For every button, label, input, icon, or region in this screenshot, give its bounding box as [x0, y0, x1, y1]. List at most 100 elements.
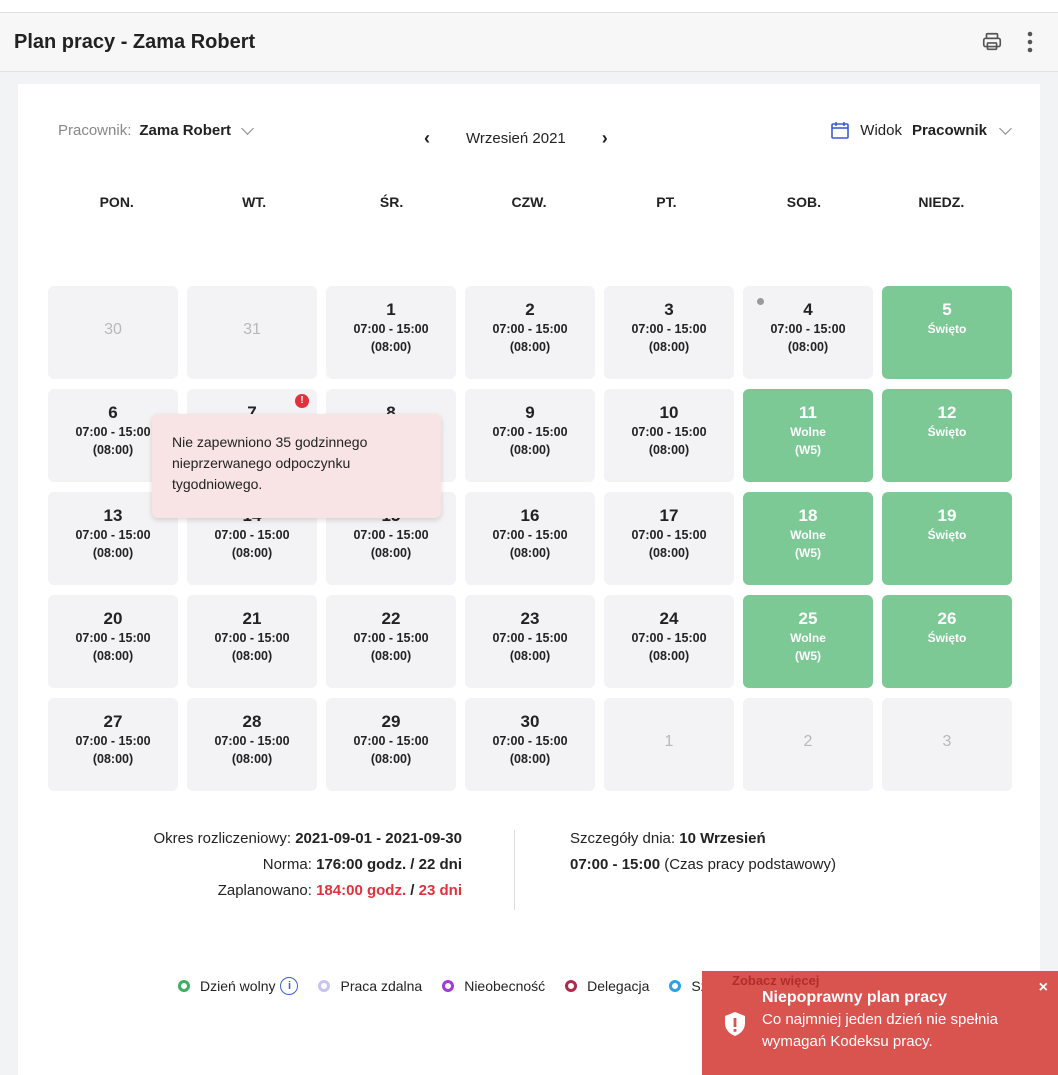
- day-detail: (08:00): [787, 340, 829, 354]
- summary-divider: [514, 830, 515, 910]
- toast-title: Niepoprawny plan pracy: [762, 989, 947, 1006]
- planned-label: Zaplanowano:: [217, 882, 312, 899]
- weekday-label: ŚR.: [379, 194, 404, 210]
- details-day: 10 Wrzesień: [679, 830, 766, 847]
- day-number: 31: [243, 321, 261, 338]
- legend-marker-icon: [565, 980, 578, 992]
- period-label: Okres rozliczeniowy:: [153, 830, 292, 847]
- day-detail: 07:00 - 15:00: [353, 322, 429, 336]
- error-badge-icon[interactable]: !: [295, 394, 309, 408]
- info-icon[interactable]: i: [280, 977, 299, 995]
- day-number: 24: [659, 609, 679, 628]
- day-cell[interactable]: 9 07:00 - 15:00 (08:00): [465, 389, 595, 482]
- day-cell[interactable]: 2 07:00 - 15:00 (08:00): [465, 286, 595, 379]
- day-detail: (08:00): [648, 340, 690, 354]
- day-cell[interactable]: 20 07:00 - 15:00 (08:00): [48, 595, 178, 688]
- legend-marker-icon: [442, 980, 455, 992]
- day-number: 19: [937, 506, 957, 525]
- planned-hours: 184:00 godz.: [316, 882, 407, 899]
- day-number: 27: [103, 712, 123, 731]
- day-detail: 07:00 - 15:00: [214, 528, 290, 542]
- prev-month-button[interactable]: ‹: [418, 128, 436, 149]
- day-number: 23: [520, 609, 540, 628]
- status-dot: [757, 298, 764, 305]
- next-month-button[interactable]: ›: [596, 128, 614, 149]
- day-number: 20: [103, 609, 123, 628]
- see-more-link[interactable]: Zobacz więcej: [732, 973, 819, 988]
- day-cell[interactable]: 22 07:00 - 15:00 (08:00): [326, 595, 456, 688]
- day-cell[interactable]: 10 07:00 - 15:00 (08:00): [604, 389, 734, 482]
- day-cell[interactable]: 30 07:00 - 15:00 (08:00): [465, 698, 595, 791]
- view-label: Widok: [860, 121, 902, 139]
- day-cell[interactable]: 19 Święto: [882, 492, 1012, 585]
- day-cell[interactable]: 5 Święto: [882, 286, 1012, 379]
- day-detail: Wolne: [790, 425, 826, 439]
- day-detail: (08:00): [509, 649, 551, 663]
- day-number: 22: [381, 609, 401, 628]
- day-detail: (W5): [795, 649, 821, 663]
- details-label: Szczegóły dnia:: [570, 830, 676, 847]
- period-value: 2021-09-01 - 2021-09-30: [295, 830, 462, 847]
- day-detail: (W5): [795, 443, 821, 457]
- print-button[interactable]: [978, 28, 1006, 56]
- day-cell[interactable]: 31: [187, 286, 317, 379]
- day-cell[interactable]: 30: [48, 286, 178, 379]
- day-number: 16: [520, 506, 540, 525]
- day-cell[interactable]: 3 07:00 - 15:00 (08:00): [604, 286, 734, 379]
- day-detail: Święto: [927, 425, 967, 439]
- toast-close-button[interactable]: ×: [1039, 979, 1048, 997]
- day-number: 17: [659, 506, 679, 525]
- day-cell[interactable]: 12 Święto: [882, 389, 1012, 482]
- day-number: 30: [104, 321, 122, 338]
- day-cell[interactable]: 1: [604, 698, 734, 791]
- summary-section: Okres rozliczeniowy: 2021-09-01 - 2021-0…: [18, 826, 1040, 916]
- day-cell[interactable]: 4 07:00 - 15:00 (08:00): [743, 286, 873, 379]
- details-type: (Czas pracy podstawowy): [664, 856, 836, 873]
- day-cell[interactable]: 11 Wolne (W5): [743, 389, 873, 482]
- day-cell[interactable]: 27 07:00 - 15:00 (08:00): [48, 698, 178, 791]
- day-cell[interactable]: 17 07:00 - 15:00 (08:00): [604, 492, 734, 585]
- day-detail: Święto: [927, 322, 967, 336]
- day-cell[interactable]: 26 Święto: [882, 595, 1012, 688]
- employee-select[interactable]: Pracownik: Zama Robert: [58, 122, 254, 139]
- view-select[interactable]: Widok Pracownik: [830, 120, 1012, 140]
- day-detail: (W5): [795, 546, 821, 560]
- day-cell[interactable]: 21 07:00 - 15:00 (08:00): [187, 595, 317, 688]
- day-detail: 07:00 - 15:00: [492, 734, 568, 748]
- day-cell[interactable]: 28 07:00 - 15:00 (08:00): [187, 698, 317, 791]
- day-detail: (08:00): [370, 649, 412, 663]
- day-detail: (08:00): [648, 649, 690, 663]
- month-navigator: ‹ Wrzesień 2021 ›: [418, 128, 614, 149]
- day-detail: (08:00): [648, 443, 690, 457]
- day-cell[interactable]: 2: [743, 698, 873, 791]
- day-cell[interactable]: 16 07:00 - 15:00 (08:00): [465, 492, 595, 585]
- day-detail: 07:00 - 15:00: [631, 528, 707, 542]
- legend-marker-icon: [318, 980, 331, 992]
- day-cell[interactable]: 25 Wolne (W5): [743, 595, 873, 688]
- day-cell[interactable]: 1 07:00 - 15:00 (08:00): [326, 286, 456, 379]
- day-number: 2: [525, 300, 535, 319]
- weekday-label: NIEDZ.: [918, 194, 965, 210]
- day-cell[interactable]: 3: [882, 698, 1012, 791]
- day-detail: 07:00 - 15:00: [492, 528, 568, 542]
- weekday-label: SOB.: [786, 194, 821, 210]
- page-title: Plan pracy - Zama Robert: [14, 30, 256, 53]
- day-detail: (08:00): [231, 649, 273, 663]
- more-options-button[interactable]: [1016, 28, 1044, 56]
- legend-label: Nieobecność: [464, 978, 546, 994]
- day-detail: 07:00 - 15:00: [770, 322, 846, 336]
- day-cell[interactable]: 18 Wolne (W5): [743, 492, 873, 585]
- day-detail: Wolne: [790, 631, 826, 645]
- day-cell[interactable]: 23 07:00 - 15:00 (08:00): [465, 595, 595, 688]
- day-cell[interactable]: 29 07:00 - 15:00 (08:00): [326, 698, 456, 791]
- day-detail: 07:00 - 15:00: [631, 425, 707, 439]
- day-number: 9: [525, 403, 535, 422]
- day-cell[interactable]: 24 07:00 - 15:00 (08:00): [604, 595, 734, 688]
- details-time: 07:00 - 15:00: [570, 856, 661, 873]
- day-detail: (08:00): [92, 546, 134, 560]
- planned-separator: /: [410, 882, 415, 899]
- day-detail: (08:00): [509, 443, 551, 457]
- day-number: 10: [659, 403, 679, 422]
- more-vertical-icon: [1027, 31, 1033, 53]
- top-strip: [0, 0, 1058, 12]
